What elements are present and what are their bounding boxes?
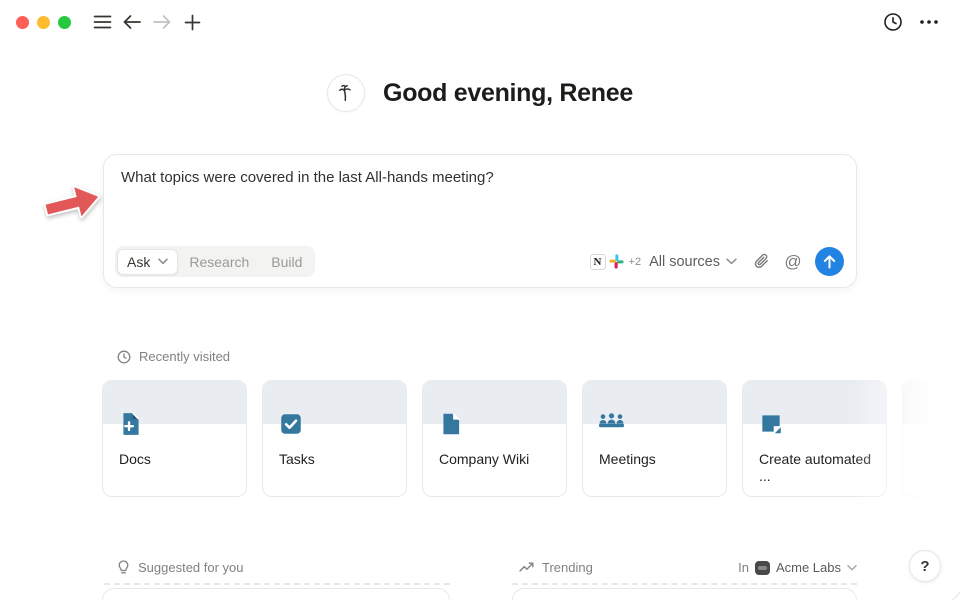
chevron-down-icon [847,565,857,571]
all-sources-label: All sources [649,254,720,270]
card-label: Meetings [599,451,716,468]
more-icon[interactable] [914,7,944,37]
trending-icon [519,562,534,573]
maximize-window-button[interactable] [58,16,71,29]
help-button[interactable]: ? [909,550,941,582]
notion-icon: N [590,254,606,270]
ai-composer: What topics were covered in the last All… [103,154,857,288]
chevron-down-icon [726,258,737,265]
trending-card-peek[interactable] [512,588,857,600]
annotation-arrow-icon [38,174,109,232]
slack-icon [609,254,624,269]
arrow-up-icon [823,255,836,269]
recent-card-company-wiki[interactable]: Company Wiki [422,380,567,497]
paperclip-icon[interactable] [747,248,775,276]
at-glyph: @ [784,252,801,272]
history-icon[interactable] [878,7,908,37]
new-tab-icon[interactable] [177,7,207,37]
minimize-window-button[interactable] [37,16,50,29]
card-header-strip [903,381,960,424]
recent-card-partial[interactable] [902,380,960,497]
doc-plus-icon [118,411,144,437]
macos-traffic-lights [16,16,71,29]
recent-card-tasks[interactable]: Tasks [262,380,407,497]
mode-research-button[interactable]: Research [178,250,260,274]
back-icon[interactable] [117,7,147,37]
mode-build-button[interactable]: Build [260,250,313,274]
meeting-people-icon [598,411,624,437]
workspace-prefix: In [738,560,749,575]
extra-sources-count: +2 [629,256,642,268]
suggested-header: Suggested for you [117,560,244,575]
forward-icon[interactable] [147,7,177,37]
chevron-down-icon [158,258,168,265]
close-window-button[interactable] [16,16,29,29]
greeting-header: Good evening, Renee [0,74,960,112]
window-toolbar [0,0,960,44]
divider-dashed [512,583,857,585]
recently-visited-title: Recently visited [139,349,230,364]
app-window: Good evening, Renee What topics were cov… [0,0,960,600]
page-title: Good evening, Renee [383,79,633,108]
menu-icon[interactable] [87,7,117,37]
lightbulb-icon [117,560,130,575]
mode-ask-label: Ask [127,254,150,270]
suggested-card-peek[interactable] [102,588,450,600]
task-check-icon [278,411,304,437]
palm-tree-icon [327,74,365,112]
card-label: Company Wiki [439,451,556,468]
trending-title: Trending [542,560,593,575]
suggested-title: Suggested for you [138,560,244,575]
workspace-logo-icon [755,561,770,575]
card-label: Create automated ... [759,451,876,485]
recent-card-create-automated[interactable]: Create automated ... [742,380,887,497]
resize-handle[interactable] [948,591,960,600]
send-button[interactable] [815,247,844,276]
mode-switcher: Ask Research Build [115,246,315,277]
workspace-name: Acme Labs [776,560,841,575]
wiki-doc-icon [438,411,464,437]
automation-icon [758,411,784,437]
mode-ask-button[interactable]: Ask [117,249,178,275]
recent-card-docs[interactable]: Docs [102,380,247,497]
query-input[interactable]: What topics were covered in the last All… [121,168,839,234]
recently-visited-cards: Docs Tasks Company Wiki Meetings Create auto… [102,380,960,497]
mention-icon[interactable]: @ [779,248,807,276]
card-label: Docs [119,451,236,468]
recently-visited-header: Recently visited [117,349,230,364]
card-label: Tasks [279,451,396,468]
clock-icon [117,350,131,364]
trending-header: Trending [519,560,593,575]
divider-dashed [104,583,450,585]
all-sources-dropdown[interactable]: All sources [649,254,737,270]
recent-card-meetings[interactable]: Meetings [582,380,727,497]
source-icons: N +2 [590,254,642,270]
workspace-filter-dropdown[interactable]: In Acme Labs [738,560,857,575]
